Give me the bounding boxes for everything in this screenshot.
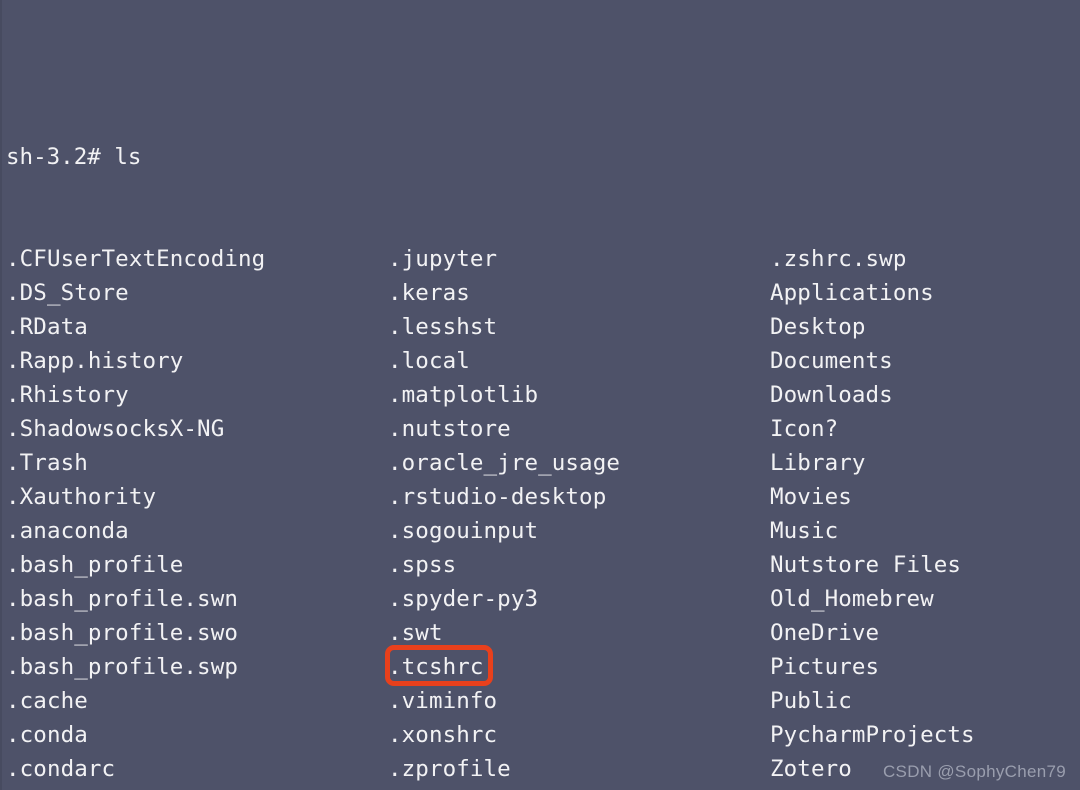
ls-entry: .zprofile xyxy=(388,756,511,782)
ls-entry: chromium-binaries xyxy=(770,786,1080,790)
ls-entry: .keras xyxy=(388,280,470,306)
ls-entry: .local xyxy=(388,348,470,374)
ls-entry: .swt xyxy=(388,620,443,646)
ls-entry: .viminfo xyxy=(388,688,498,714)
ls-entry: .sogouinput xyxy=(388,518,539,544)
column-3-spacer xyxy=(770,140,1080,174)
ls-entry: .DS_Store xyxy=(6,280,129,306)
column-2-spacer xyxy=(388,140,758,174)
ls-entry: .matplotlib xyxy=(388,382,539,408)
ls-entry: PycharmProjects xyxy=(770,722,975,748)
shell-prompt-line: sh-3.2# ls xyxy=(6,144,142,170)
ls-entry: .tcshrc xyxy=(388,654,484,680)
ls-entry: .Rapp.history xyxy=(6,348,184,374)
ls-entry: .spyder-py3 xyxy=(388,586,539,612)
ls-entry: .zshrc.swp xyxy=(770,246,907,272)
ls-entry: .cache xyxy=(6,688,88,714)
ls-entry: Downloads xyxy=(770,382,893,408)
ls-entry: Public xyxy=(770,688,852,714)
ls-entries-column-3: .zshrc.swp Applications Desktop Documents Do… xyxy=(770,242,1080,790)
terminal-window[interactable]: sh-3.2# ls .CFUserTextEncoding .DS_Store.… xyxy=(0,0,1080,790)
ls-entry: Desktop xyxy=(770,314,866,340)
ls-entry: .bash_profile xyxy=(6,552,184,578)
ls-entry: .spss xyxy=(388,552,457,578)
ls-entry: Movies xyxy=(770,484,852,510)
ls-entry: Library xyxy=(770,450,866,476)
ls-entries-column-1: .CFUserTextEncoding .DS_Store .RData .Rapp.… xyxy=(6,242,381,790)
ls-entry: Documents xyxy=(770,348,893,374)
ls-entry: .conda xyxy=(6,722,88,748)
ls-entry: .jupyter xyxy=(388,246,498,272)
ls-entry: Applications xyxy=(770,280,934,306)
ls-entry: .CFUserTextEncoding xyxy=(6,246,266,272)
ls-entry: .rstudio-desktop xyxy=(388,484,607,510)
ls-entry: .ShadowsocksX-NG xyxy=(6,416,225,442)
ls-output-column-1: sh-3.2# ls .CFUserTextEncoding .DS_Store.… xyxy=(6,0,381,790)
ls-entry: .anaconda xyxy=(6,518,129,544)
ls-entry: .Trash xyxy=(6,450,88,476)
ls-output-column-3: .zshrc.swp Applications Desktop Documents Do… xyxy=(770,0,1080,790)
ls-entry: .RData xyxy=(6,314,88,340)
csdn-watermark: CSDN @SophyChen79 xyxy=(882,762,1066,781)
ls-entry: Icon? xyxy=(770,416,839,442)
ls-entry: .Rhistory xyxy=(6,382,129,408)
ls-entry: .nutstore xyxy=(388,416,511,442)
ls-entries-column-2: .jupyter .keras .lesshst .local .matplotlib.… xyxy=(388,242,758,790)
ls-entry: .condarc xyxy=(6,756,116,782)
ls-entry: .bash_profile.swp xyxy=(6,654,238,680)
ls-entry: .lesshst xyxy=(388,314,498,340)
ls-entry: .oracle_jre_usage xyxy=(388,450,620,476)
ls-output-column-2: .jupyter .keras .lesshst .local .matplotlib.… xyxy=(388,0,758,790)
ls-entry: Nutstore Files xyxy=(770,552,962,578)
ls-entry: .config xyxy=(6,786,381,790)
ls-entry: .bash_profile.swn xyxy=(6,586,238,612)
ls-entry: .bash_profile.swo xyxy=(6,620,238,646)
terminal-left-edge xyxy=(0,0,2,790)
ls-entry: .Xauthority xyxy=(6,484,157,510)
ls-entry: .xonshrc xyxy=(388,722,498,748)
ls-entry: Old_Homebrew xyxy=(770,586,934,612)
ls-entry: Music xyxy=(770,518,839,544)
ls-entry: .zsh_history xyxy=(388,786,758,790)
ls-entry: OneDrive xyxy=(770,620,880,646)
ls-entry: Pictures xyxy=(770,654,880,680)
